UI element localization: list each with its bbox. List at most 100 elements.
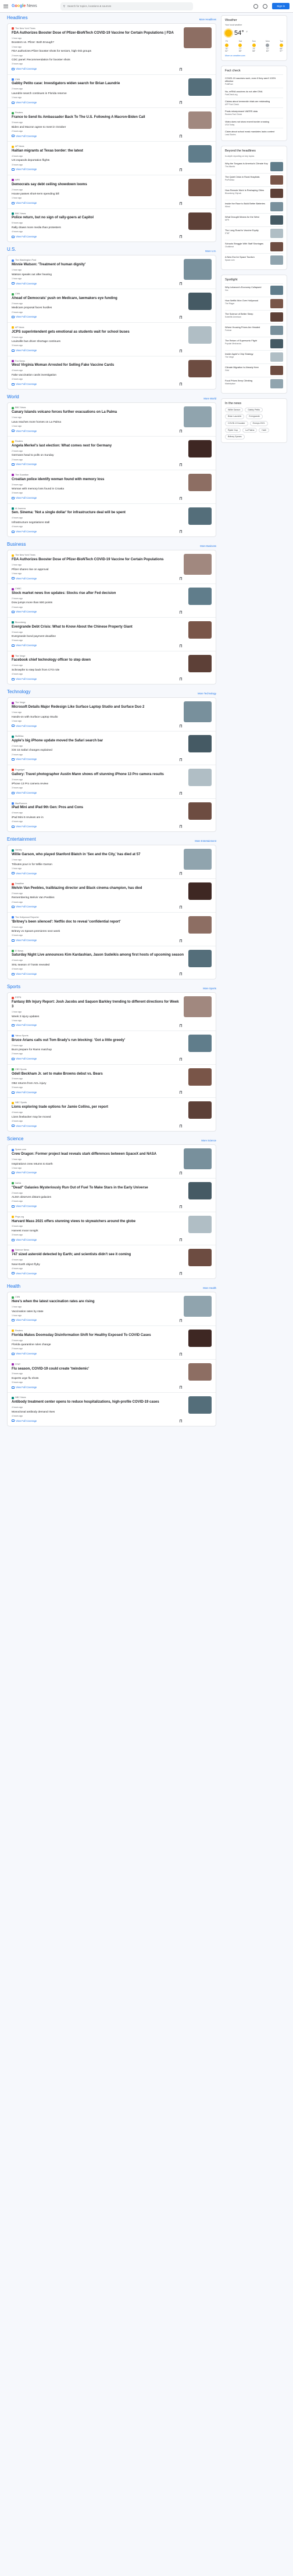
- search-icon[interactable]: ⚲: [63, 5, 65, 8]
- fact-check-panel-item[interactable]: Claims about ivermectin trials are misle…: [225, 97, 283, 107]
- headline[interactable]: Apple's big iPhone update moved the Safa…: [12, 739, 185, 744]
- related-headline[interactable]: Lions linebacker may be moved: [12, 1116, 185, 1119]
- lead-article[interactable]: NASA "Dead" Galaxies Mysteriously Run Out…: [12, 1181, 212, 1208]
- headline[interactable]: Florida Makes Doomsday Disinformation Sh…: [12, 1334, 185, 1338]
- fact-check-panel-item[interactable]: Video does not show recent border crossi…: [225, 117, 283, 128]
- article-thumbnail[interactable]: [184, 259, 212, 280]
- full-coverage-link[interactable]: View Full Coverage: [12, 168, 185, 171]
- bookmark-icon[interactable]: [180, 282, 182, 286]
- bookmark-icon[interactable]: [180, 1419, 182, 1423]
- beyond-headlines-panel-item[interactable]: A New Era for Space Tourism Space.com: [225, 253, 283, 266]
- headline[interactable]: Lions exploring trade options for Jamie …: [12, 1105, 185, 1110]
- topic-chip[interactable]: Haiti: [259, 427, 269, 433]
- full-coverage-link[interactable]: View Full Coverage: [12, 725, 180, 727]
- article-thumbnail[interactable]: [188, 882, 212, 900]
- topic-chip[interactable]: COVID-19 booster: [225, 420, 248, 426]
- sign-in-button[interactable]: Sign in: [272, 2, 290, 10]
- fact-check-panel-item[interactable]: No, mRNA vaccines do not alter DNA FactCh…: [225, 87, 283, 98]
- section-title[interactable]: World: [7, 394, 19, 400]
- bookmark-icon[interactable]: [180, 101, 182, 105]
- bookmark-icon[interactable]: [180, 168, 182, 171]
- article-thumbnail[interactable]: [188, 1249, 212, 1267]
- related-headline[interactable]: Infrastructure negotiations stall: [12, 521, 185, 525]
- headline[interactable]: Democrats say debt ceiling showdown loom…: [12, 183, 185, 188]
- lead-article[interactable]: The New York Times FDA Authorizes Booster…: [12, 554, 212, 580]
- help-icon[interactable]: [253, 3, 259, 9]
- related-headline[interactable]: Rally draws more media than protesters: [12, 226, 185, 230]
- beyond-headlines-panel-item[interactable]: How Remote Work Is Reshaping Cities Bloom…: [225, 186, 283, 200]
- related-headline[interactable]: Evergrande bond payment deadline: [12, 635, 185, 639]
- headline[interactable]: Police return, but no sign of rally-goer…: [12, 216, 185, 221]
- full-coverage-link[interactable]: View Full Coverage: [12, 758, 185, 761]
- beyond-headlines-panel-item[interactable]: Schools Struggle With Staff Shortages Cha…: [225, 240, 283, 253]
- lead-article[interactable]: CNBC Stock market news live updates: Stoc…: [12, 588, 212, 614]
- bookmark-icon[interactable]: [180, 1272, 182, 1276]
- bookmark-icon[interactable]: [180, 135, 182, 138]
- article-thumbnail[interactable]: [188, 326, 212, 344]
- lead-article[interactable]: Yahoo Sports Bruce Arians calls out Tom B…: [12, 1034, 212, 1061]
- bookmark-icon[interactable]: [180, 791, 182, 795]
- section-title[interactable]: Headlines: [7, 15, 28, 21]
- full-coverage-link[interactable]: View Full Coverage: [12, 67, 180, 70]
- article-thumbnail[interactable]: [188, 507, 212, 525]
- section-title[interactable]: Business: [7, 542, 26, 547]
- full-coverage-link[interactable]: View Full Coverage: [12, 644, 185, 647]
- related-headline[interactable]: US expands deportation flights: [12, 159, 185, 163]
- related-headline[interactable]: Week 3 injury updates: [12, 1015, 180, 1019]
- article-thumbnail[interactable]: [188, 1034, 212, 1052]
- full-coverage-link[interactable]: View Full Coverage: [12, 282, 180, 285]
- headline[interactable]: Facebook chief technology officer to ste…: [12, 658, 185, 663]
- lead-article[interactable]: NPR Democrats say debt ceiling showdown l…: [12, 178, 212, 205]
- full-coverage-link[interactable]: View Full Coverage: [12, 1205, 185, 1208]
- temperature-unit[interactable]: F: [246, 31, 248, 34]
- beyond-headlines-panel-item[interactable]: Inside the Race to Build Better Batterie…: [225, 200, 283, 213]
- related-headline[interactable]: Monoclonal antibody demand rises: [12, 1411, 185, 1414]
- more-link[interactable]: More Technology: [198, 692, 216, 695]
- headline[interactable]: 'Britney's been silenced': Netflix doc t…: [12, 920, 185, 925]
- bookmark-icon[interactable]: [180, 939, 182, 942]
- spotlight-panel-item[interactable]: Food Prices Keep Climbing Marketplace: [225, 377, 283, 390]
- related-headline[interactable]: Woman with memory loss found in Croatia: [12, 488, 185, 491]
- lead-article[interactable]: Reuters Angela Merkel's last election: Wh…: [12, 440, 212, 466]
- headline[interactable]: Antibody treatment center opens to reduc…: [12, 1400, 185, 1405]
- lead-article[interactable]: Engadget Gallery: Travel photographer Aus…: [12, 768, 212, 795]
- logo[interactable]: Google News: [12, 3, 37, 9]
- article-thumbnail[interactable]: [184, 996, 212, 1018]
- article-thumbnail[interactable]: [188, 78, 212, 96]
- headline[interactable]: FDA Authorizes Booster Dose of Pfizer-Bi…: [12, 31, 180, 36]
- bookmark-icon[interactable]: [180, 235, 182, 239]
- headline[interactable]: Fantasy 8th Injury Report: Josh Jacobs a…: [12, 1000, 180, 1010]
- bookmark-icon[interactable]: [180, 430, 182, 433]
- full-coverage-link[interactable]: View Full Coverage: [12, 1352, 185, 1355]
- headline[interactable]: Harvard Mass 2021 offers stunning views …: [12, 1220, 185, 1224]
- topic-chip[interactable]: Emmys 2021: [249, 420, 268, 426]
- full-coverage-link[interactable]: View Full Coverage: [12, 1171, 180, 1174]
- headline[interactable]: Gallery: Travel photographer Austin Mann…: [12, 773, 185, 777]
- headline[interactable]: Crew Dragon: Former project lead reveals…: [12, 1152, 180, 1157]
- lead-article[interactable]: CBS Sports Odell Beckham Jr. set to make …: [12, 1068, 212, 1094]
- article-thumbnail[interactable]: [188, 1329, 212, 1347]
- related-headline[interactable]: Louisville bus driver shortage continues: [12, 340, 185, 344]
- lead-article[interactable]: Fox News West Virginia Woman Arrested for…: [12, 359, 212, 386]
- lead-article[interactable]: The Verge Microsoft Details Major Redesig…: [12, 701, 212, 727]
- more-link[interactable]: More Health: [203, 1287, 216, 1289]
- weather-title[interactable]: Weather: [225, 19, 283, 23]
- beyond-headlines-panel-item[interactable]: Why the Tongass Is America's Climate Key…: [225, 160, 283, 173]
- more-link[interactable]: More Science: [201, 1139, 216, 1142]
- article-thumbnail[interactable]: [188, 621, 212, 639]
- full-coverage-link[interactable]: View Full Coverage: [12, 872, 180, 875]
- spotlight-panel-item[interactable]: Why Lebanon's Economy Collapsed Vox: [225, 283, 283, 297]
- full-coverage-link[interactable]: View Full Coverage: [12, 1057, 185, 1060]
- lead-article[interactable]: Phys.org Harvard Mass 2021 offers stunnin…: [12, 1215, 212, 1242]
- bookmark-icon[interactable]: [180, 1171, 182, 1174]
- full-coverage-link[interactable]: View Full Coverage: [12, 201, 185, 204]
- full-coverage-link[interactable]: View Full Coverage: [12, 1419, 185, 1422]
- lead-article[interactable]: CNN Here's when the latest vaccination ra…: [12, 1296, 212, 1322]
- related-headline[interactable]: Dow jumps more than 500 points: [12, 601, 185, 605]
- related-headline[interactable]: House passes short-term spending bill: [12, 193, 185, 196]
- headline[interactable]: FDA Authorizes Booster Dose of Pfizer-Bi…: [12, 558, 180, 563]
- bookmark-icon[interactable]: [180, 315, 182, 319]
- article-thumbnail[interactable]: [184, 406, 212, 428]
- article-thumbnail[interactable]: [188, 359, 212, 377]
- related-headline[interactable]: Bucs prepare for Rams matchup: [12, 1049, 185, 1052]
